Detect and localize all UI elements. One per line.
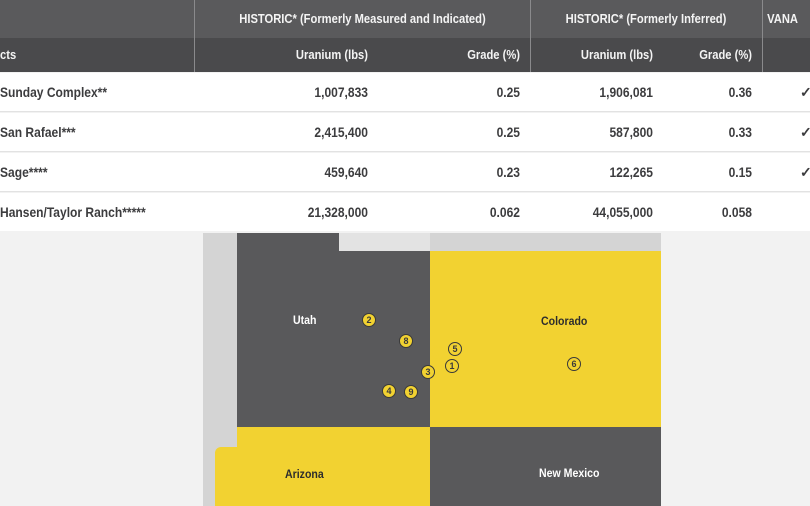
vanadium-check-icon: ✓ xyxy=(800,84,810,100)
project-marker[interactable]: 9 xyxy=(404,385,418,399)
measured-uranium-value: 2,415,400 xyxy=(314,124,368,140)
project-marker[interactable]: 1 xyxy=(445,359,459,373)
column-header-inferred-uranium: Uranium (lbs) xyxy=(580,47,653,62)
vanadium-check-icon: ✓ xyxy=(800,164,810,180)
measured-uranium-value: 21,328,000 xyxy=(307,204,368,220)
measured-grade-value: 0.062 xyxy=(489,204,520,220)
column-header-inferred-grade: Grade (%) xyxy=(699,47,752,62)
group-header-inferred: HISTORIC* (Formerly Inferred) xyxy=(565,11,727,26)
inferred-grade-value: 0.058 xyxy=(721,204,752,220)
vanadium-check-icon: ✓ xyxy=(800,124,810,140)
inferred-uranium-value: 44,055,000 xyxy=(592,204,653,220)
project-marker[interactable]: 6 xyxy=(567,357,581,371)
measured-grade-value: 0.23 xyxy=(496,164,520,180)
project-location-map: Utah Colorado Arizona New Mexico 2 8 7 5… xyxy=(203,233,661,506)
project-name: Hansen/Taylor Ranch***** xyxy=(0,204,146,220)
group-header-row: HISTORIC* (Formerly Measured and Indicat… xyxy=(0,0,810,38)
state-label-new-mexico: New Mexico xyxy=(539,466,600,480)
state-label-arizona: Arizona xyxy=(285,467,324,481)
inferred-uranium-value: 587,800 xyxy=(609,124,653,140)
column-header-measured-uranium: Uranium (lbs) xyxy=(295,47,368,62)
column-header-row: cts Uranium (lbs) Grade (%) Uranium (lbs… xyxy=(0,38,810,72)
table-row: Hansen/Taylor Ranch***** 21,328,000 0.06… xyxy=(0,193,810,231)
project-marker[interactable]: 3 xyxy=(421,365,435,379)
group-header-vanadium: VANA xyxy=(767,11,799,26)
inferred-grade-value: 0.15 xyxy=(728,164,752,180)
project-name: Sunday Complex** xyxy=(0,84,108,100)
table-row: San Rafael*** 2,415,400 0.25 587,800 0.3… xyxy=(0,113,810,152)
table-row: Sunday Complex** 1,007,833 0.25 1,906,08… xyxy=(0,73,810,112)
measured-uranium-value: 459,640 xyxy=(324,164,368,180)
inferred-uranium-value: 1,906,081 xyxy=(599,84,653,100)
column-header-project: cts xyxy=(0,47,17,62)
group-header-measured: HISTORIC* (Formerly Measured and Indicat… xyxy=(239,11,486,26)
column-divider xyxy=(762,0,763,72)
project-marker[interactable]: 7 xyxy=(431,346,445,360)
state-label-utah: Utah xyxy=(293,313,317,327)
table-row: Sage**** 459,640 0.23 122,265 0.15 ✓ xyxy=(0,153,810,192)
project-marker[interactable]: 2 xyxy=(362,313,376,327)
map-region-north xyxy=(237,233,339,251)
state-label-colorado: Colorado xyxy=(541,314,588,328)
project-marker[interactable]: 8 xyxy=(399,334,413,348)
column-divider xyxy=(194,0,195,72)
project-marker[interactable]: 5 xyxy=(448,342,462,356)
project-name: Sage**** xyxy=(0,164,48,180)
measured-uranium-value: 1,007,833 xyxy=(314,84,368,100)
measured-grade-value: 0.25 xyxy=(496,84,520,100)
inferred-uranium-value: 122,265 xyxy=(609,164,653,180)
map-region-arizona xyxy=(237,427,430,506)
column-header-measured-grade: Grade (%) xyxy=(467,47,520,62)
map-region-colorado xyxy=(430,251,661,427)
measured-grade-value: 0.25 xyxy=(496,124,520,140)
map-region-arizona-west xyxy=(215,447,239,506)
map-region-utah-panhandle xyxy=(339,233,430,251)
inferred-grade-value: 0.33 xyxy=(728,124,752,140)
inferred-grade-value: 0.36 xyxy=(728,84,752,100)
column-divider xyxy=(530,0,531,72)
project-name: San Rafael*** xyxy=(0,124,76,140)
project-marker[interactable]: 4 xyxy=(382,384,396,398)
